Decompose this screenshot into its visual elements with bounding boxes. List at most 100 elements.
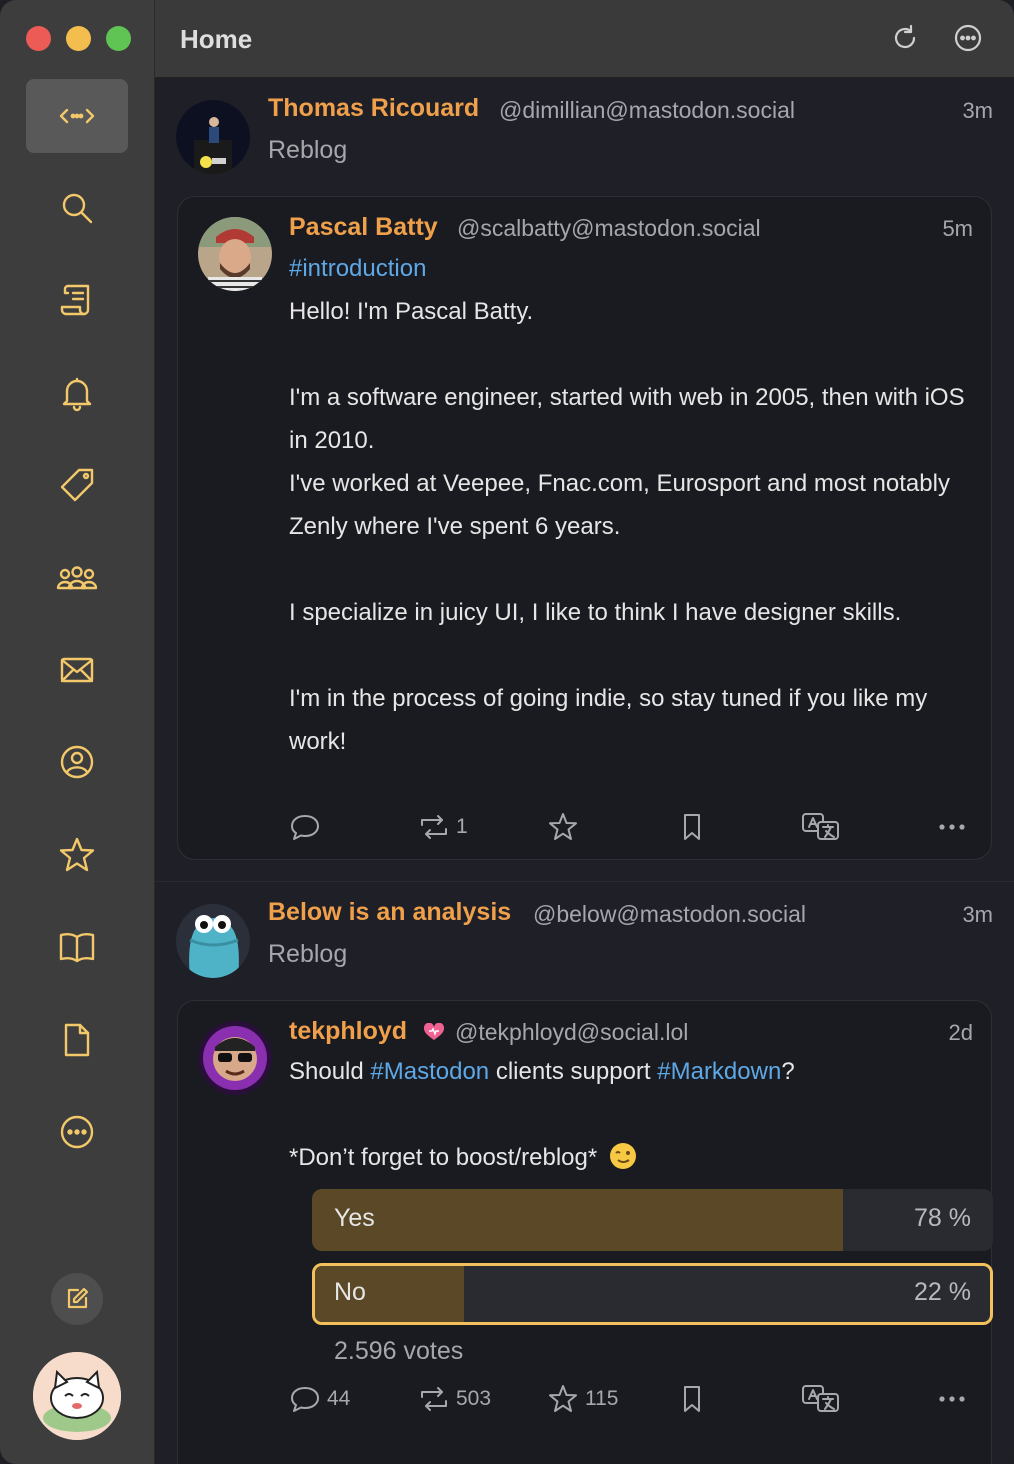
translate-icon	[802, 813, 839, 840]
sidebar-item-profile[interactable]	[26, 725, 128, 799]
reply-button[interactable]: 44	[289, 1383, 350, 1415]
sidebar-item-timeline[interactable]	[26, 79, 128, 153]
envelope-icon	[60, 657, 94, 683]
post-time: 2d	[948, 1020, 973, 1045]
sidebar-item-notifications[interactable]	[26, 356, 128, 430]
favorite-button[interactable]: 115	[547, 1383, 618, 1415]
people-icon	[56, 566, 98, 590]
refresh-button[interactable]	[889, 22, 921, 54]
reblogger-handle[interactable]: @dimillian@mastodon.social	[499, 97, 795, 124]
more-button[interactable]	[936, 1383, 968, 1415]
poll-option-percent: 22 %	[914, 1278, 971, 1306]
bookmark-icon	[684, 814, 700, 840]
timeline-feed[interactable]: Thomas Ricouard @dimillian@mastodon.soci…	[155, 78, 1014, 1464]
sidebar-item-messages[interactable]	[26, 633, 128, 707]
compose-button[interactable]	[51, 1273, 103, 1325]
author-avatar[interactable]	[198, 1021, 272, 1095]
post-actions: 44 503 115	[289, 1383, 969, 1423]
more-icon	[60, 1115, 94, 1149]
reply-icon	[291, 1387, 319, 1412]
ellipsis-icon	[939, 824, 965, 830]
post-content-secondary: *Don’t forget to boost/reblog*	[289, 1136, 975, 1179]
text-segment: clients support	[489, 1058, 658, 1085]
bookmark-button[interactable]	[676, 1383, 708, 1415]
bell-icon	[62, 377, 92, 412]
favorite-button[interactable]	[547, 811, 585, 843]
avatar-image	[198, 217, 272, 291]
text-segment: Should	[289, 1058, 371, 1085]
post-time: 5m	[942, 216, 973, 241]
search-icon	[62, 193, 93, 224]
star-outline-icon	[549, 1385, 577, 1412]
post-content: Hello! I'm Pascal Batty. I'm a software …	[289, 298, 965, 755]
poll-bar-fill	[312, 1189, 844, 1251]
post-divider	[155, 881, 1014, 882]
text-segment: *Don’t forget to boost/reblog*	[289, 1144, 598, 1171]
post-time: 3m	[962, 902, 993, 927]
more-button[interactable]	[936, 811, 968, 843]
minimize-window-button[interactable]	[66, 26, 91, 51]
boost-icon	[421, 815, 447, 839]
sidebar-item-tags[interactable]	[26, 448, 128, 522]
author-avatar[interactable]	[198, 217, 272, 291]
avatar-image	[198, 1021, 272, 1095]
sidebar-item-groups[interactable]	[26, 540, 128, 614]
favorite-count: 115	[585, 1387, 619, 1410]
boost-count: 1	[456, 815, 468, 838]
heart-icon	[423, 1023, 445, 1040]
poll-option-no[interactable]: No 22 %	[312, 1263, 993, 1325]
reblogger-avatar[interactable]	[176, 100, 250, 174]
poll-votes: 2.596 votes	[334, 1337, 464, 1365]
author-handle[interactable]: @scalbatty@mastodon.social	[457, 215, 761, 242]
hashtag-link[interactable]: #Mastodon	[370, 1058, 489, 1085]
post-content: Should #Mastodon clients support #Markdo…	[289, 1050, 975, 1093]
sidebar-item-bookmarks-book[interactable]	[26, 910, 128, 984]
reblogger-avatar[interactable]	[176, 904, 250, 978]
tag-icon	[60, 468, 94, 502]
more-circle-icon	[954, 24, 982, 52]
hashtag-link[interactable]: #introduction	[289, 247, 975, 290]
scroll-icon	[60, 284, 90, 316]
compose-icon	[67, 1287, 89, 1309]
boost-count: 503	[456, 1387, 492, 1410]
account-avatar[interactable]	[33, 1352, 121, 1440]
author-name[interactable]: tekphloyd	[289, 1017, 407, 1046]
poll-option-yes[interactable]: Yes 78 %	[312, 1189, 993, 1251]
poll-option-label: No	[334, 1278, 366, 1306]
reblogger-handle[interactable]: @below@mastodon.social	[533, 901, 806, 928]
sidebar-item-favorites[interactable]	[26, 818, 128, 892]
translate-button[interactable]	[801, 1383, 841, 1415]
reply-button[interactable]	[289, 811, 327, 843]
hashtag-link[interactable]: #Markdown	[657, 1058, 781, 1085]
reblogged-post-card[interactable]: tekphloyd @tekphloyd@social.lol 2d Shoul…	[177, 1000, 993, 1464]
boost-icon	[421, 1387, 447, 1411]
sidebar-item-search[interactable]	[26, 171, 128, 245]
text-segment: ?	[781, 1058, 795, 1085]
sidebar-item-lists[interactable]	[26, 263, 128, 337]
translate-button[interactable]	[801, 811, 841, 843]
star-icon	[59, 837, 95, 872]
poll-option-label: Yes	[334, 1204, 375, 1232]
page-title: Home	[180, 24, 253, 54]
ellipsis-icon	[939, 1396, 965, 1402]
bookmark-button[interactable]	[676, 811, 708, 843]
post-actions: 1	[289, 811, 969, 851]
boost-button[interactable]: 1	[418, 811, 468, 843]
zoom-window-button[interactable]	[106, 26, 131, 51]
reply-icon	[291, 815, 319, 840]
sidebar-item-documents[interactable]	[26, 1003, 128, 1077]
reblogger-name[interactable]: Thomas Ricouard	[268, 94, 479, 123]
reply-count: 44	[327, 1387, 351, 1410]
post-time: 3m	[962, 98, 993, 123]
window-controls	[26, 26, 131, 51]
wink-emoji-icon	[609, 1143, 636, 1169]
sidebar-item-more[interactable]	[26, 1095, 128, 1169]
reblogged-post-card[interactable]: Pascal Batty @scalbatty@mastodon.social …	[177, 196, 992, 860]
reblogger-name[interactable]: Below is an analysis	[268, 898, 511, 927]
boost-button[interactable]: 503	[418, 1383, 491, 1415]
options-button[interactable]	[952, 22, 984, 54]
close-window-button[interactable]	[26, 26, 51, 51]
author-handle[interactable]: @tekphloyd@social.lol	[455, 1019, 688, 1046]
translate-icon	[802, 1385, 839, 1412]
author-name[interactable]: Pascal Batty	[289, 213, 438, 242]
